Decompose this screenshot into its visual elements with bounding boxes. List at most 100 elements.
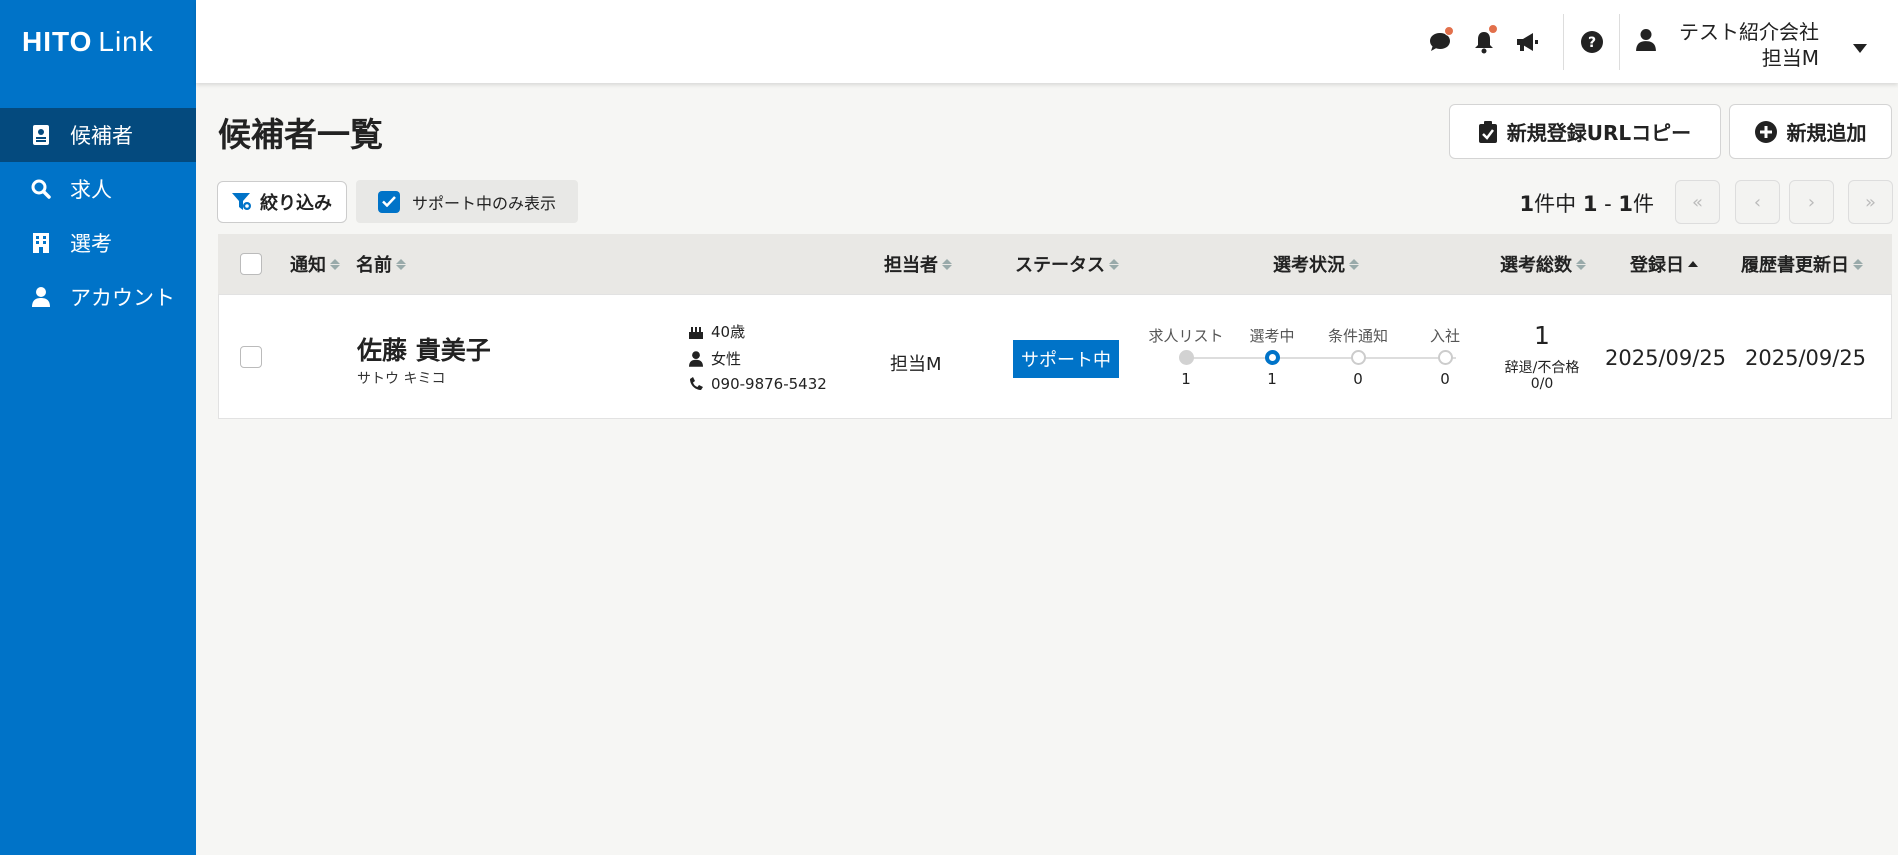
sort-ascending-icon (1688, 261, 1698, 267)
candidate-age: 40歳 (689, 321, 745, 342)
copy-url-label: 新規登録URLコピー (1506, 121, 1692, 145)
sidebar: HITO Link 候補者 求人 選考 アカウント (0, 0, 196, 855)
svg-text:?: ? (1588, 35, 1596, 51)
search-icon (30, 178, 52, 200)
user-icon (1636, 29, 1656, 55)
registered-date: 2025/09/25 (1605, 346, 1727, 370)
stage-node-done[interactable] (1179, 350, 1194, 365)
header-divider (1563, 14, 1564, 70)
status-badge: サポート中 (1013, 340, 1119, 378)
support-only-label: サポート中のみ表示 (412, 193, 557, 213)
sort-icon (396, 258, 406, 270)
filter-label: 絞り込み (260, 193, 332, 214)
column-total[interactable]: 選考総数 (1500, 234, 1586, 294)
stage-count: 0 (1440, 370, 1450, 388)
stage-node-active[interactable] (1265, 350, 1280, 365)
sidebar-item-label: アカウント (70, 286, 175, 310)
sidebar-item-jobs[interactable]: 求人 (0, 162, 196, 216)
sidebar-nav: 候補者 求人 選考 アカウント (0, 108, 196, 324)
stage-label: 選考中 (1249, 327, 1295, 345)
stage-count: 1 (1181, 370, 1191, 388)
candidate-name[interactable]: 佐藤 貴美子 (357, 331, 491, 367)
column-name[interactable]: 名前 (356, 234, 406, 294)
sidebar-item-selection[interactable]: 選考 (0, 216, 196, 270)
page-title: 候補者一覧 (218, 115, 383, 154)
copy-registration-url-button[interactable]: 新規登録URLコピー (1449, 104, 1721, 159)
stage-count: 0 (1353, 370, 1363, 388)
double-chevron-left-icon: « (1691, 191, 1703, 213)
result-count: 1件中 1 - 1件 (1519, 192, 1655, 216)
user-menu[interactable]: テスト紹介会社 担当M (1636, 14, 1891, 70)
candidate-phone: 090-9876-5432 (689, 375, 827, 393)
select-all-checkbox[interactable] (240, 253, 262, 275)
chat-notification-dot (1444, 26, 1454, 36)
chevron-down-icon (1853, 38, 1867, 57)
user-icon (689, 350, 705, 367)
prev-page-button[interactable]: ‹ (1735, 180, 1780, 224)
support-only-checkbox[interactable] (378, 190, 400, 213)
resume-updated-date: 2025/09/25 (1745, 346, 1867, 370)
filter-icon (232, 193, 252, 211)
stage-label: 求人リスト (1148, 327, 1224, 345)
chevron-left-icon: ‹ (1753, 191, 1762, 213)
sort-icon (942, 258, 952, 270)
filter-button[interactable]: 絞り込み (217, 181, 347, 223)
first-page-button[interactable]: « (1675, 180, 1720, 224)
select-all-cell (240, 234, 262, 294)
bell-icon[interactable] (1470, 24, 1498, 56)
chevron-right-icon: › (1807, 191, 1816, 213)
reject-label: 辞退/不合格 (1504, 360, 1580, 376)
candidate-kana: サトウ キミコ (357, 371, 446, 387)
selection-total: 1 (1534, 321, 1550, 350)
column-notify[interactable]: 通知 (290, 234, 340, 294)
sidebar-item-label: 求人 (70, 178, 112, 202)
double-chevron-right-icon: » (1864, 191, 1876, 213)
stage-count: 1 (1267, 370, 1277, 388)
id-badge-icon (30, 124, 52, 146)
sort-icon (330, 258, 340, 270)
stage-label: 条件通知 (1327, 327, 1388, 345)
column-resume-updated[interactable]: 履歴書更新日 (1741, 234, 1863, 294)
megaphone-icon[interactable] (1513, 28, 1541, 56)
sidebar-item-account[interactable]: アカウント (0, 270, 196, 324)
add-candidate-button[interactable]: 新規追加 (1729, 104, 1892, 159)
user-icon (30, 286, 52, 308)
sort-icon (1109, 258, 1119, 270)
table-header: 通知 名前 担当者 ステータス 選考状況 選考総数 登録日 履歴書更新日 (218, 234, 1892, 294)
table-row[interactable]: 佐藤 貴美子 サトウ キミコ 40歳 女性 090-9876-5432 担当M … (218, 294, 1892, 419)
support-only-toggle[interactable]: サポート中のみ表示 (356, 180, 578, 223)
next-page-button[interactable]: › (1789, 180, 1834, 224)
bell-notification-dot (1488, 24, 1498, 34)
header-divider (1619, 14, 1620, 70)
candidate-gender: 女性 (689, 348, 741, 369)
sidebar-item-candidates[interactable]: 候補者 (0, 108, 196, 162)
column-registered[interactable]: 登録日 (1630, 234, 1698, 294)
sort-icon (1853, 258, 1863, 270)
last-page-button[interactable]: » (1848, 180, 1893, 224)
help-icon[interactable]: ? (1578, 28, 1606, 56)
column-owner[interactable]: 担当者 (884, 234, 952, 294)
user-org: テスト紹介会社 (1679, 20, 1819, 44)
building-icon (30, 232, 52, 254)
selection-progress-line (1186, 357, 1456, 359)
stage-node-open[interactable] (1438, 350, 1453, 365)
birthday-cake-icon (689, 325, 705, 339)
stage-label: 入社 (1429, 327, 1460, 345)
column-selection-status[interactable]: 選考状況 (1273, 234, 1359, 294)
phone-icon (689, 377, 705, 391)
user-name: 担当M (1761, 46, 1819, 70)
clipboard-check-icon (1478, 120, 1497, 143)
column-status[interactable]: ステータス (1015, 234, 1119, 294)
sidebar-item-label: 選考 (70, 232, 112, 256)
reject-value: 0/0 (1530, 376, 1554, 392)
row-checkbox[interactable] (240, 346, 262, 368)
chat-icon[interactable] (1426, 26, 1454, 56)
top-header: ? テスト紹介会社 担当M (196, 0, 1898, 83)
app-logo[interactable]: HITO Link (22, 26, 154, 58)
stage-node-open[interactable] (1351, 350, 1366, 365)
add-label: 新規追加 (1786, 121, 1867, 145)
sort-icon (1349, 258, 1359, 270)
sort-icon (1576, 258, 1586, 270)
plus-circle-icon (1754, 120, 1777, 143)
sidebar-item-label: 候補者 (70, 124, 133, 148)
